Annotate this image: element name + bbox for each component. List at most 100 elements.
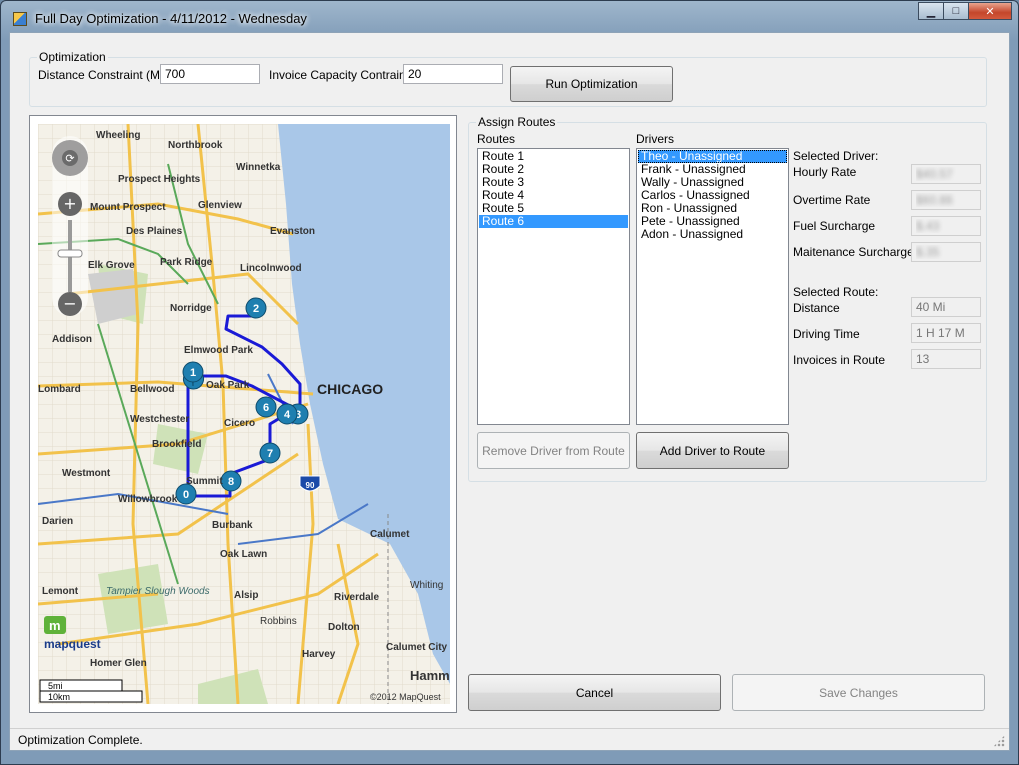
route-marker-4[interactable]: 4	[276, 403, 298, 425]
route-marker-6[interactable]: 6	[255, 396, 277, 418]
run-optimization-button[interactable]: Run Optimization	[510, 66, 673, 102]
zoom-slider-handle[interactable]	[57, 249, 83, 258]
hourly-rate-label: Hourly Rate	[793, 165, 857, 179]
maintenance-surcharge-label: Maitenance Surcharge	[793, 245, 914, 259]
route-marker-2-label: 2	[253, 303, 259, 315]
map-label-mount-prospect: Mount Prospect	[90, 202, 166, 213]
map-navigation-control[interactable]: ⟳ + −	[52, 136, 88, 316]
map-label-robbins: Robbins	[260, 616, 297, 627]
map-label-darien: Darien	[42, 516, 73, 527]
map-label-oak-park: Oak Park	[206, 380, 250, 391]
overtime-rate-label: Overtime Rate	[793, 193, 871, 207]
map-label-harvey: Harvey	[302, 649, 336, 660]
drivers-listbox[interactable]: Theo - Unassigned Frank - Unassigned Wal…	[636, 148, 789, 425]
drivers-list-label: Drivers	[636, 132, 674, 146]
map-canvas[interactable]: 1 2 0 8 7 6 3 4 90 Wheeling Northbrook W…	[38, 124, 450, 704]
assign-routes-group: Assign Routes Routes Drivers Route 1 Rou…	[468, 115, 987, 482]
maintenance-surcharge-field	[911, 242, 981, 262]
map-label-whiting: Whiting	[410, 580, 443, 591]
window-title: Full Day Optimization - 4/11/2012 - Wedn…	[35, 11, 307, 26]
fuel-surcharge-label: Fuel Surcharge	[793, 219, 876, 233]
route-marker-6-label: 6	[263, 402, 269, 414]
distance-constraint-label: Distance Constraint (Mi)	[38, 68, 167, 82]
map-label-summit: Summit	[186, 476, 223, 487]
map-label-elmwood-park: Elmwood Park	[184, 345, 253, 356]
route-list-item-selected[interactable]: Route 6	[479, 215, 628, 228]
map-label-bellwood: Bellwood	[130, 384, 174, 395]
route-marker-1-label: 1	[190, 367, 196, 379]
close-button[interactable]: ✕	[968, 2, 1012, 20]
optimization-group: Optimization Distance Constraint (Mi) In…	[29, 50, 987, 107]
map-copyright: ©2012 MapQuest	[370, 692, 441, 702]
map-label-addison: Addison	[52, 334, 92, 345]
map-label-oak-lawn: Oak Lawn	[220, 549, 267, 560]
map-label-cicero: Cicero	[224, 418, 255, 429]
map-label-winnetka: Winnetka	[236, 162, 281, 173]
route-marker-0[interactable]: 0	[175, 483, 197, 505]
scale-km: 10km	[48, 692, 70, 702]
cancel-button[interactable]: Cancel	[468, 674, 721, 711]
overtime-rate-field	[911, 190, 981, 210]
save-changes-button[interactable]: Save Changes	[732, 674, 985, 711]
status-bar: Optimization Complete.	[10, 728, 1009, 750]
route-marker-7[interactable]: 7	[259, 442, 281, 464]
map-label-riverdale: Riverdale	[334, 592, 379, 603]
map-label-lincolnwood: Lincolnwood	[240, 263, 302, 274]
route-marker-8-label: 8	[228, 476, 234, 488]
map-label-westchester: Westchester	[130, 414, 189, 425]
route-marker-8[interactable]: 8	[220, 470, 242, 492]
map-label-burbank: Burbank	[212, 520, 253, 531]
routes-listbox[interactable]: Route 1 Route 2 Route 3 Route 4 Route 5 …	[477, 148, 630, 425]
maximize-button[interactable]: □	[943, 2, 969, 20]
map-label-homer-glen: Homer Glen	[90, 658, 147, 669]
map-label-calumet-city: Calumet City	[386, 642, 448, 653]
route-marker-1[interactable]: 1	[182, 361, 204, 390]
mapquest-logo-text: mapquest	[44, 637, 101, 651]
invoice-capacity-label: Invoice Capacity Contraint	[269, 68, 410, 82]
distance-constraint-input[interactable]	[160, 64, 260, 84]
map-label-wheeling: Wheeling	[96, 130, 140, 141]
selected-driver-title: Selected Driver:	[793, 149, 879, 163]
remove-driver-button[interactable]: Remove Driver from Route	[477, 432, 630, 469]
invoices-in-route-field	[911, 349, 981, 369]
map-label-brookfield: Brookfield	[152, 439, 201, 450]
minimize-button[interactable]: ▁	[918, 2, 944, 20]
interstate-90-shield: 90	[299, 475, 321, 492]
invoices-in-route-label: Invoices in Route	[793, 353, 886, 367]
route-distance-label: Distance	[793, 301, 840, 315]
svg-text:⟳: ⟳	[65, 152, 74, 165]
map-label-des-plaines: Des Plaines	[126, 226, 183, 237]
route-marker-2[interactable]: 2	[245, 297, 267, 319]
form-client-area: Optimization Distance Constraint (Mi) In…	[9, 32, 1010, 751]
add-driver-button[interactable]: Add Driver to Route	[636, 432, 789, 469]
map-label-lombard: Lombard	[38, 384, 81, 395]
route-marker-0-label: 0	[183, 489, 189, 501]
resize-grip-icon[interactable]	[993, 735, 1005, 747]
hourly-rate-field	[911, 164, 981, 184]
assign-routes-group-label: Assign Routes	[476, 115, 558, 129]
routes-list-label: Routes	[477, 132, 516, 146]
route-map[interactable]: 1 2 0 8 7 6 3 4 90 Wheeling Northbrook W…	[29, 115, 457, 713]
map-label-willowbrook: Willowbrook	[118, 494, 178, 505]
map-label-park-ridge: Park Ridge	[160, 257, 213, 268]
app-icon	[13, 12, 27, 26]
scale-miles: 5mi	[48, 681, 63, 691]
svg-text:m: m	[49, 618, 61, 633]
map-label-chicago: CHICAGO	[317, 381, 383, 397]
driver-list-item[interactable]: Adon - Unassigned	[638, 228, 787, 241]
map-label-calumet: Calumet	[370, 529, 410, 540]
map-label-elk-grove: Elk Grove	[88, 260, 135, 271]
map-label-norridge: Norridge	[170, 303, 212, 314]
invoice-capacity-input[interactable]	[403, 64, 503, 84]
optimization-group-label: Optimization	[37, 50, 108, 64]
title-bar[interactable]: Full Day Optimization - 4/11/2012 - Wedn…	[1, 1, 1018, 33]
driving-time-label: Driving Time	[793, 327, 860, 341]
route-marker-7-label: 7	[267, 448, 273, 460]
map-label-dolton: Dolton	[328, 622, 360, 633]
driving-time-field	[911, 323, 981, 343]
app-window: Full Day Optimization - 4/11/2012 - Wedn…	[0, 0, 1019, 765]
map-label-evanston: Evanston	[270, 226, 315, 237]
selected-route-title: Selected Route:	[793, 285, 879, 299]
svg-text:−: −	[63, 294, 76, 313]
map-label-glenview: Glenview	[198, 200, 242, 211]
